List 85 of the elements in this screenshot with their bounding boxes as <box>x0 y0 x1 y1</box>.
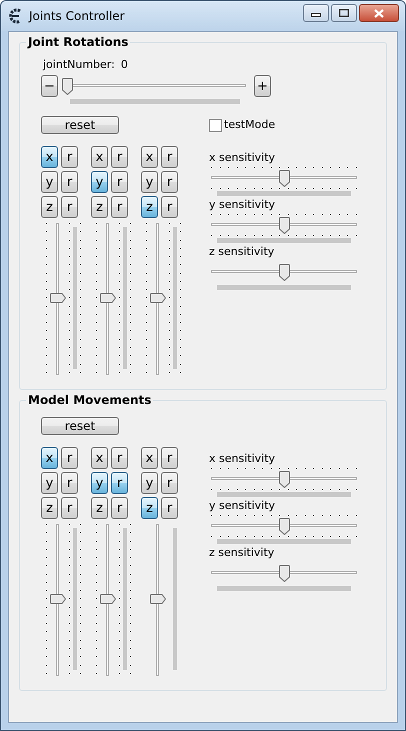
slider[interactable] <box>150 221 166 375</box>
group-title: Joint Rotations <box>26 34 130 50</box>
slider-thumb[interactable] <box>278 565 290 582</box>
slider[interactable] <box>62 78 248 94</box>
checkbox-label: testMode <box>224 116 276 133</box>
axis-toggle[interactable]: r <box>61 171 78 193</box>
sensitivity-label: y sensitivity <box>209 197 276 212</box>
axis-toggle[interactable]: r <box>161 146 178 168</box>
axis-toggle[interactable]: r <box>111 472 128 494</box>
sensitivity-label: z sensitivity <box>209 244 276 259</box>
reset-button[interactable]: reset <box>41 116 119 134</box>
axis-toggle[interactable]: x <box>141 447 158 469</box>
slider[interactable] <box>100 522 116 676</box>
axis-toggle[interactable]: r <box>61 472 78 494</box>
slider[interactable] <box>209 518 359 534</box>
slider-thumb[interactable] <box>150 293 166 303</box>
axis-toggle[interactable]: y <box>91 171 108 193</box>
sensitivity-label: x sensitivity <box>209 451 276 466</box>
axis-toggle[interactable]: r <box>61 497 78 519</box>
slider[interactable] <box>209 471 359 487</box>
sensitivity-label: z sensitivity <box>209 545 276 560</box>
axis-toggle[interactable]: x <box>141 146 158 168</box>
close-icon <box>374 8 384 18</box>
axis-toggle[interactable]: r <box>111 146 128 168</box>
axis-toggle[interactable]: z <box>41 196 58 218</box>
joint-label: jointNumber: <box>43 57 115 72</box>
reset-button[interactable]: reset <box>41 417 119 435</box>
slider[interactable] <box>209 170 359 186</box>
axis-toggle[interactable]: z <box>91 196 108 218</box>
slider-thumb[interactable] <box>278 471 290 488</box>
axis-toggle[interactable]: r <box>61 447 78 469</box>
slider-thumb[interactable] <box>278 518 290 535</box>
axis-toggle[interactable]: y <box>141 472 158 494</box>
slider-thumb[interactable] <box>150 594 166 604</box>
axis-toggle[interactable]: r <box>161 472 178 494</box>
axis-toggle[interactable]: y <box>91 472 108 494</box>
axis-toggle[interactable]: y <box>41 472 58 494</box>
axis-toggle[interactable]: x <box>91 146 108 168</box>
axis-toggle[interactable]: r <box>161 497 178 519</box>
minimize-icon <box>311 13 321 17</box>
axis-toggle[interactable]: y <box>141 171 158 193</box>
axis-toggle[interactable]: r <box>61 196 78 218</box>
sensitivity-label: y sensitivity <box>209 498 276 513</box>
slider-thumb[interactable] <box>278 170 290 187</box>
axis-toggle[interactable]: y <box>41 171 58 193</box>
axis-toggle[interactable]: z <box>141 196 158 218</box>
window-title: Joints Controller <box>29 8 126 25</box>
axis-toggle[interactable]: x <box>41 146 58 168</box>
axis-toggle[interactable]: x <box>41 447 58 469</box>
slider-thumb[interactable] <box>100 594 116 604</box>
axis-toggle[interactable]: r <box>161 171 178 193</box>
slider-thumb[interactable] <box>62 78 73 95</box>
checkbox[interactable] <box>209 118 222 132</box>
slider[interactable] <box>209 264 359 280</box>
slider[interactable] <box>100 221 116 375</box>
axis-toggle[interactable]: r <box>161 447 178 469</box>
maximize-button[interactable] <box>331 4 357 22</box>
slider[interactable] <box>50 221 66 375</box>
close-button[interactable] <box>359 4 399 22</box>
slider-thumb[interactable] <box>278 217 290 234</box>
axis-toggle[interactable]: r <box>111 497 128 519</box>
axis-toggle[interactable]: z <box>141 497 158 519</box>
increment-button[interactable]: + <box>254 75 271 97</box>
slider-thumb[interactable] <box>50 293 66 303</box>
axis-toggle[interactable]: z <box>41 497 58 519</box>
minimize-button[interactable] <box>303 4 329 22</box>
slider-thumb[interactable] <box>278 264 290 281</box>
slider[interactable] <box>50 522 66 676</box>
maximize-icon <box>339 9 349 17</box>
slider-thumb[interactable] <box>50 594 66 604</box>
slider-thumb[interactable] <box>100 293 116 303</box>
axis-toggle[interactable]: r <box>111 196 128 218</box>
sensitivity-label: x sensitivity <box>209 150 276 165</box>
app-icon <box>7 8 23 24</box>
slider[interactable] <box>150 522 166 676</box>
slider[interactable] <box>209 565 359 581</box>
slider[interactable] <box>209 217 359 233</box>
decrement-button[interactable]: − <box>41 75 58 97</box>
axis-toggle[interactable]: r <box>111 171 128 193</box>
joint-value: 0 <box>120 57 128 72</box>
axis-toggle[interactable]: r <box>61 146 78 168</box>
axis-toggle[interactable]: r <box>161 196 178 218</box>
axis-toggle[interactable]: r <box>111 447 128 469</box>
axis-toggle[interactable]: z <box>91 497 108 519</box>
axis-toggle[interactable]: x <box>91 447 108 469</box>
